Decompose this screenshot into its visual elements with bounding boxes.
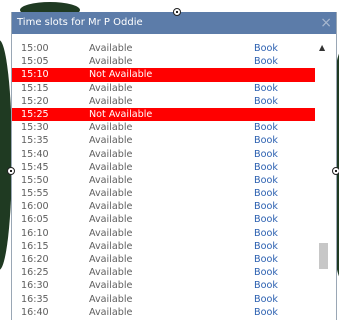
slot-time: 15:45 — [21, 161, 49, 173]
slot-time: 16:25 — [21, 267, 49, 279]
slot-time: 16:35 — [21, 293, 49, 305]
slot-time: 15:35 — [21, 135, 49, 147]
slot-time: 15:00 — [21, 43, 49, 54]
time-slot-list: 15:00 Available Book 15:05 Available Book 15:1… — [12, 42, 315, 320]
slot-time: 16:05 — [21, 214, 49, 226]
slot-status: Available — [89, 148, 133, 160]
slot-status: Available — [89, 188, 133, 200]
book-link[interactable]: Book — [254, 306, 278, 319]
time-slot-row: 15:20 Available Book — [12, 95, 315, 108]
book-link[interactable]: Book — [254, 227, 278, 240]
time-slot-row: 16:05 Available Book — [12, 213, 315, 226]
book-link[interactable]: Book — [254, 279, 278, 292]
slot-status: Available — [89, 254, 133, 265]
resize-handle-icon[interactable] — [7, 167, 15, 175]
slot-status: Available — [89, 240, 133, 252]
book-link[interactable]: Book — [254, 42, 278, 55]
slot-status: Available — [89, 267, 133, 279]
book-link[interactable]: Book — [254, 82, 278, 95]
time-slot-row: 16:40 Available Book — [12, 306, 315, 319]
book-link[interactable]: Book — [254, 95, 278, 108]
time-slot-row: 15:05 Available Book — [12, 55, 315, 68]
time-slot-row: 16:10 Available Book — [12, 227, 315, 240]
slot-time: 16:20 — [21, 254, 49, 265]
time-slot-row: 16:35 Available Book — [12, 293, 315, 306]
book-link[interactable]: Book — [254, 161, 278, 174]
slot-time: 15:20 — [21, 95, 49, 107]
time-slot-row: 15:25 Not Available — [12, 107, 315, 122]
slot-status: Available — [89, 293, 133, 305]
slot-status: Available — [89, 161, 133, 173]
book-link[interactable]: Book — [254, 187, 278, 200]
slot-status: Available — [89, 122, 133, 134]
time-slot-row: 15:30 Available Book — [12, 121, 315, 134]
slot-status: Not Available — [89, 69, 153, 81]
slot-time: 15:25 — [21, 108, 49, 120]
scroll-up-arrow-icon[interactable]: ▲ — [319, 44, 325, 52]
time-slot-row: 15:55 Available Book — [12, 187, 315, 200]
slot-time: 15:10 — [21, 69, 49, 81]
dialog-title: Time slots for Mr P Oddie — [17, 17, 143, 28]
time-slot-row: 16:00 Available Book — [12, 200, 315, 213]
book-link[interactable]: Book — [254, 55, 278, 68]
book-link[interactable]: Book — [254, 253, 278, 266]
book-link[interactable]: Book — [254, 266, 278, 279]
book-link[interactable]: Book — [254, 200, 278, 213]
time-slot-row: 15:00 Available Book — [12, 42, 315, 55]
slot-status: Available — [89, 174, 133, 186]
time-slot-row: 16:30 Available Book — [12, 279, 315, 292]
time-slots-dialog: Time slots for Mr P Oddie × 15:00 Availab… — [11, 12, 337, 320]
resize-handle-icon[interactable] — [173, 8, 181, 16]
slot-status: Available — [89, 43, 133, 54]
slot-time: 16:00 — [21, 201, 49, 213]
slot-status: Available — [89, 280, 133, 292]
scrollbar-thumb[interactable] — [319, 243, 328, 269]
slot-time: 15:15 — [21, 82, 49, 94]
slot-time: 16:40 — [21, 306, 49, 318]
time-slot-row: 16:20 Available Book — [12, 253, 315, 266]
slot-status: Available — [89, 135, 133, 147]
slot-status: Available — [89, 201, 133, 213]
time-slot-row: 16:25 Available Book — [12, 266, 315, 279]
book-link[interactable]: Book — [254, 293, 278, 306]
slot-status: Available — [89, 227, 133, 239]
slot-time: 16:15 — [21, 240, 49, 252]
slot-time: 15:50 — [21, 174, 49, 186]
slot-time: 15:55 — [21, 188, 49, 200]
time-slot-row: 15:35 Available Book — [12, 134, 315, 147]
slot-time: 16:30 — [21, 280, 49, 292]
book-link[interactable]: Book — [254, 174, 278, 187]
slot-status: Not Available — [89, 108, 153, 120]
book-link[interactable]: Book — [254, 148, 278, 161]
book-link[interactable]: Book — [254, 213, 278, 226]
vertical-scrollbar[interactable]: ▲ — [316, 42, 330, 320]
slot-time: 15:30 — [21, 122, 49, 134]
slot-status: Available — [89, 214, 133, 226]
slot-status: Available — [89, 56, 133, 68]
time-slot-row: 15:50 Available Book — [12, 174, 315, 187]
slot-status: Available — [89, 306, 133, 318]
close-icon[interactable]: × — [320, 12, 332, 34]
time-slot-row: 15:15 Available Book — [12, 82, 315, 95]
slot-time: 15:05 — [21, 56, 49, 68]
slot-status: Available — [89, 95, 133, 107]
resize-handle-icon[interactable] — [332, 167, 339, 175]
book-link[interactable]: Book — [254, 134, 278, 147]
book-link[interactable]: Book — [254, 121, 278, 134]
slot-status: Available — [89, 82, 133, 94]
slot-time: 15:40 — [21, 148, 49, 160]
time-slot-row: 15:45 Available Book — [12, 161, 315, 174]
time-slot-row: 15:40 Available Book — [12, 148, 315, 161]
book-link[interactable]: Book — [254, 240, 278, 253]
slot-time: 16:10 — [21, 227, 49, 239]
time-slot-row: 16:15 Available Book — [12, 240, 315, 253]
time-slot-row: 15:10 Not Available — [12, 68, 315, 82]
